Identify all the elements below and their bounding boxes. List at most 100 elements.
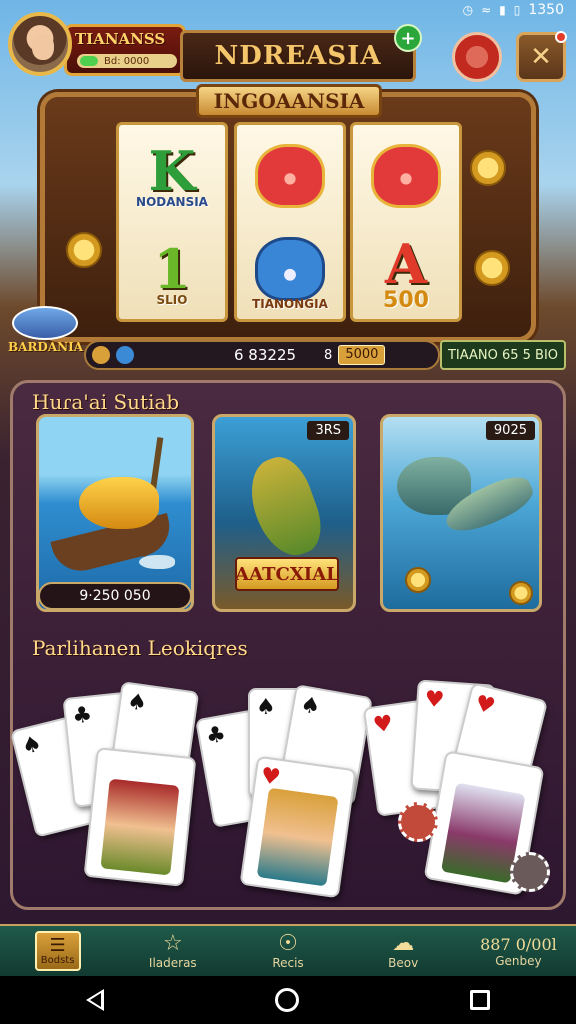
heart-icon: ♥ [423, 685, 446, 714]
club-icon: ♣ [203, 720, 228, 750]
bet-amount[interactable]: 5000 [338, 345, 386, 365]
golden-fish-icon [79, 477, 159, 529]
recent-apps-icon[interactable] [470, 990, 491, 1010]
fish-icon [12, 306, 78, 340]
game-logo: AATCXIAL [235, 557, 339, 591]
game-title: NDREASIA [214, 41, 382, 71]
add-coins-button[interactable]: + [394, 24, 422, 52]
game-title-plate: NDREASIA [180, 30, 416, 82]
back-icon[interactable] [85, 989, 104, 1011]
reel-symbol: A 500 [353, 229, 459, 319]
reel-symbol [353, 131, 459, 221]
chip-icon[interactable] [452, 32, 502, 82]
slot-reel-2[interactable]: TIANONGIA [234, 122, 346, 322]
nav-balance-value: 887 0/00l [480, 934, 557, 954]
reel-symbol: 1 SLIO [119, 229, 225, 319]
nav-label: Bodsts [40, 954, 75, 966]
spade-icon: ♠ [256, 694, 276, 720]
slot-title: INGOAANSIA [196, 84, 382, 118]
top-header: TIANANSS Bd: 0000 NDREASIA + ✕ [0, 8, 576, 82]
poker-chip-icon [398, 802, 438, 842]
tools-icon: ✕ [530, 42, 552, 72]
blue-fish-icon [255, 237, 325, 301]
slot-reel-3[interactable]: A 500 [350, 122, 462, 322]
woman-portrait-icon [100, 778, 180, 876]
avatar[interactable] [8, 12, 72, 76]
coin-stack-icon [474, 250, 510, 286]
featured-game-caption: 9·250 050 [38, 582, 192, 610]
symbol-caption: TIANONGIA [252, 297, 328, 311]
nav-explore[interactable]: ☉ Recis [230, 926, 345, 976]
system-nav-bar [0, 976, 576, 1024]
card-game-group-1[interactable]: ♠ ♣ ♠ [9, 672, 200, 898]
player-coin-bar: Bd: 0000 [77, 54, 177, 68]
portrait-card[interactable]: ♥ [239, 755, 357, 899]
heart-icon: ♥ [259, 762, 283, 791]
bottom-nav: ☰ Bodsts ☆ Iladeras ☉ Recis ☁ Beov 887 0… [0, 924, 576, 976]
card-game-group-3[interactable]: ♥ ♥ ♥ [362, 672, 556, 898]
nav-shop[interactable]: ☁ Beov [346, 926, 461, 976]
reel-symbol [237, 131, 343, 221]
featured-game-card-3[interactable]: 9025 [380, 414, 542, 612]
letter-k-symbol: K [148, 139, 196, 203]
coin-progress-icon [80, 56, 98, 66]
red-mask-icon [255, 144, 325, 208]
coin-icon [509, 581, 533, 605]
fish-badge-label: BARDANIA [8, 340, 84, 354]
star-icon: ☆ [162, 931, 183, 956]
poker-chip-icon [510, 852, 550, 892]
menu-icon: ☰ Bodsts [34, 931, 81, 971]
heart-icon: ♥ [371, 710, 395, 739]
heart-icon: ♥ [472, 689, 498, 720]
slot-reel-1[interactable]: K NODANSIA 1 SLIO [116, 122, 228, 322]
coin-stack-icon [66, 232, 102, 268]
reel-symbol: K NODANSIA [119, 131, 225, 221]
spade-icon: ♠ [125, 688, 149, 717]
nav-label: Beov [388, 956, 419, 970]
cards-section-title: Parlihanen Leokiqres [32, 636, 248, 660]
symbol-caption: SLIO [156, 293, 188, 307]
woman-portrait-icon [256, 787, 339, 887]
plus-icon: + [400, 27, 416, 49]
reel-symbol: TIANONGIA [237, 229, 343, 319]
small-fish-icon [139, 555, 175, 569]
player-coins: Bd: 0000 [104, 55, 150, 67]
settings-button[interactable]: ✕ [516, 31, 567, 82]
coin-stack-icon [470, 150, 506, 186]
home-icon[interactable] [274, 988, 299, 1012]
spade-icon: ♠ [19, 730, 45, 761]
nav-menu[interactable]: ☰ Bodsts [0, 926, 115, 976]
win-amount: 6 83225 [234, 346, 297, 364]
info-icon[interactable] [116, 346, 134, 364]
club-icon: ♣ [71, 701, 94, 730]
slot-info-bar: 6 83225 8 5000 [84, 340, 440, 370]
game-price-badge: 9025 [485, 421, 535, 440]
number-one-symbol: 1 [153, 237, 191, 301]
nav-label: Iladeras [148, 956, 197, 970]
nav-label: Recis [272, 956, 304, 970]
coin-icon[interactable] [92, 346, 110, 364]
bet-prefix: 8 [324, 347, 333, 363]
compass-icon: ☉ [278, 931, 298, 956]
spade-icon: ♠ [298, 691, 323, 721]
featured-section-title: Huɾa'ai Sutiab [32, 390, 180, 414]
player-name: TIANANSS [75, 30, 166, 48]
total-balance: TIAANO 65 5 BIO [440, 340, 566, 370]
letter-a-symbol: A [385, 231, 427, 296]
notification-dot [555, 31, 567, 43]
leaping-fish-icon [239, 449, 331, 565]
red-mask-icon [371, 144, 441, 208]
cloud-icon: ☁ [392, 931, 415, 956]
player-info[interactable]: TIANANSS Bd: 0000 [64, 24, 186, 76]
portrait-card[interactable] [83, 747, 197, 887]
featured-game-card-2[interactable]: 3RS AATCXIAL [212, 414, 356, 612]
symbol-caption: 500 [383, 287, 429, 313]
coin-icon [405, 567, 431, 593]
game-price-badge: 3RS [307, 421, 349, 440]
nav-favorites[interactable]: ☆ Iladeras [115, 926, 230, 976]
nav-label: Genbey [495, 953, 542, 968]
fish-badge[interactable]: BARDANIA [6, 300, 84, 360]
card-game-group-2[interactable]: ♣ ♠ ♠ ♥ [195, 672, 373, 899]
symbol-caption: NODANSIA [136, 195, 208, 209]
nav-balance[interactable]: 887 0/00l Genbey [461, 926, 576, 976]
